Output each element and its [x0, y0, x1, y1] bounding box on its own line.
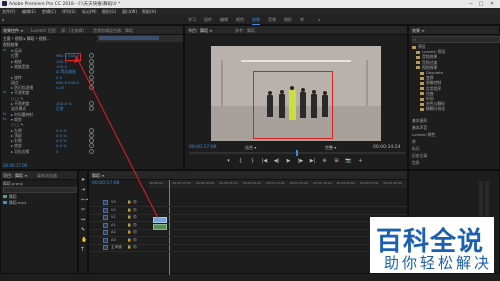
watermark-subtitle: 助你轻松解决 [384, 254, 493, 272]
baike-watermark: 百科全说 助你轻松解决 [370, 217, 494, 273]
annotation-arrow-line [75, 55, 159, 219]
